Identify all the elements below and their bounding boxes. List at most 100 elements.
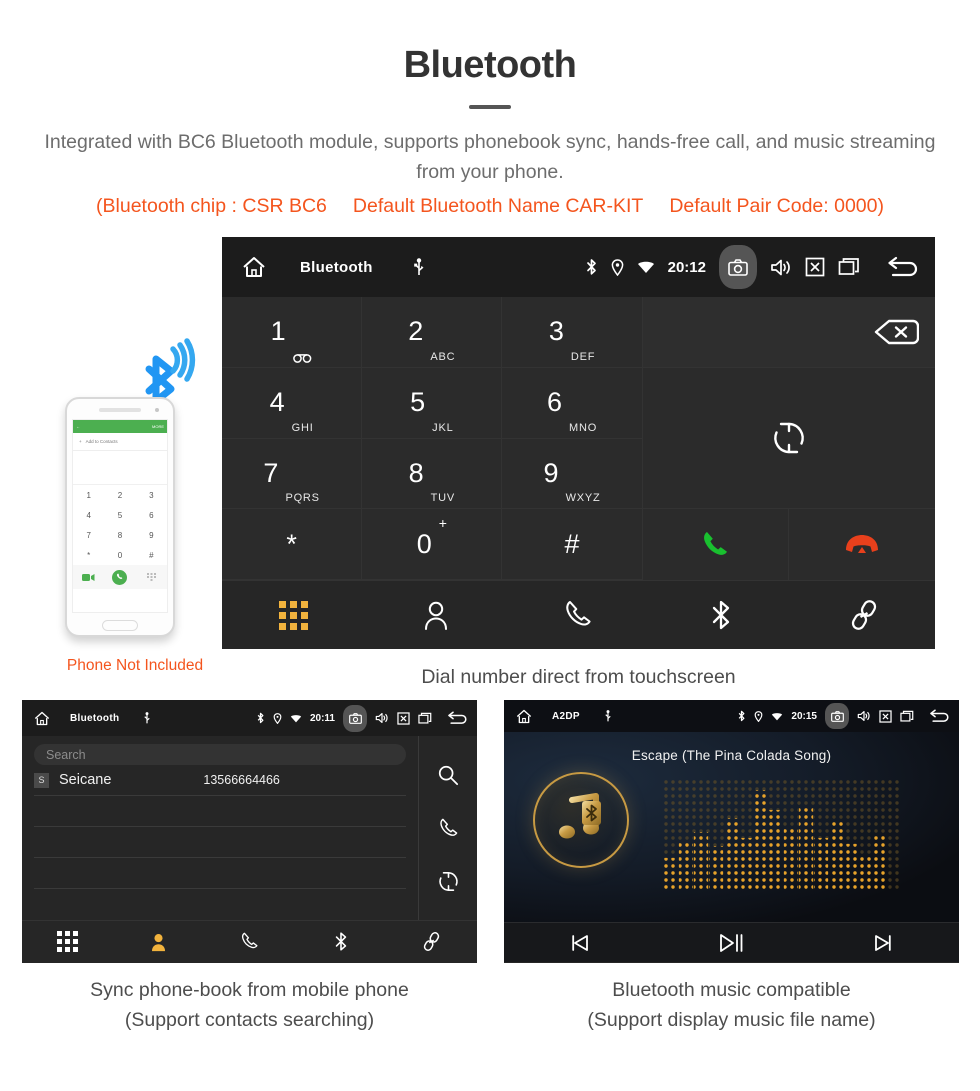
home-icon[interactable] [34, 711, 50, 726]
phonebook-caption-line2: (Support contacts searching) [124, 1009, 375, 1031]
recents-icon[interactable] [418, 712, 432, 725]
close-box-icon[interactable] [879, 709, 892, 723]
volume-icon[interactable] [770, 258, 792, 277]
sync-button[interactable] [642, 368, 935, 510]
bluetooth-icon [334, 931, 348, 952]
key-letters: DEF [570, 350, 596, 363]
back-icon[interactable] [885, 256, 921, 278]
nav-link[interactable] [386, 921, 477, 962]
search-icon[interactable] [437, 764, 459, 786]
volume-icon[interactable] [857, 710, 871, 722]
dialer-clock: 20:12 [667, 258, 706, 276]
dial-area: 1 2 ABC 3 DEF 4 GHI 5 JKL 6 MNO 7 PQRS 8… [222, 297, 935, 580]
phone-key: 5 [117, 510, 123, 520]
phone-call-button [112, 569, 128, 585]
search-input[interactable]: Search [34, 744, 406, 765]
page-title: Bluetooth [403, 44, 577, 86]
key-number: # [564, 528, 580, 559]
key-3[interactable]: 3 DEF [502, 297, 643, 368]
nav-contacts[interactable] [365, 581, 508, 649]
recents-icon[interactable] [838, 257, 860, 277]
key-0[interactable]: 0 + [362, 509, 503, 580]
call-icon[interactable] [438, 818, 459, 839]
page-subtitle: Integrated with BC6 Bluetooth module, su… [44, 131, 936, 183]
phone-keypad: 1 2 3 4 5 6 7 8 9 * 0 # [73, 485, 167, 565]
nav-link[interactable] [792, 581, 935, 649]
key-star[interactable]: * [222, 509, 363, 580]
dialer-caption: Dial number direct from touchscreen [421, 666, 736, 688]
close-box-icon[interactable] [397, 711, 410, 725]
link-icon [849, 599, 879, 631]
nav-call-log[interactable] [507, 581, 650, 649]
backspace-icon[interactable] [873, 318, 919, 346]
contact-phone: 13566664466 [203, 773, 280, 787]
key-8[interactable]: 8 TUV [362, 438, 503, 510]
bluetooth-icon [256, 712, 265, 724]
key-letters: JKL [432, 421, 454, 434]
key-6[interactable]: 6 MNO [502, 367, 643, 439]
phone-add-to-contacts-row: + Add to Contacts [73, 433, 167, 451]
nav-dialpad[interactable] [22, 921, 113, 962]
nav-bluetooth[interactable] [295, 921, 386, 962]
key-letters: TUV [430, 492, 456, 505]
previous-button[interactable] [504, 934, 656, 952]
phone-key: 6 [149, 510, 154, 520]
nav-call-log[interactable] [204, 921, 295, 962]
key-4[interactable]: 4 GHI [222, 367, 363, 439]
contact-row[interactable]: S Seicane 13566664466 [34, 765, 406, 796]
contact-row-empty [34, 796, 406, 827]
call-button[interactable] [643, 509, 790, 580]
call-log-icon [563, 600, 593, 630]
key-plus: + [438, 515, 447, 532]
phone-front-camera [155, 408, 159, 412]
wifi-icon [771, 712, 783, 721]
back-icon[interactable] [928, 709, 951, 723]
key-2[interactable]: 2 ABC [362, 297, 503, 368]
back-icon[interactable] [446, 711, 469, 725]
phone-screen: ← MORE + Add to Contacts 1 2 3 4 5 6 7 8… [72, 419, 168, 613]
key-hash[interactable]: # [502, 509, 643, 580]
sync-icon [772, 421, 806, 455]
phone-key: # [149, 550, 154, 560]
phone-number-field [73, 451, 167, 485]
sync-icon[interactable] [438, 871, 459, 892]
close-box-icon[interactable] [805, 257, 825, 277]
key-letters: ABC [430, 350, 456, 363]
nav-contacts[interactable] [113, 921, 204, 962]
music-title: A2DP [552, 710, 580, 722]
key-1[interactable]: 1 [222, 297, 363, 368]
contacts-icon [423, 600, 449, 630]
number-display-field[interactable] [642, 297, 935, 369]
recents-icon[interactable] [900, 710, 914, 723]
home-icon[interactable] [242, 256, 266, 278]
volume-icon[interactable] [375, 712, 389, 724]
music-body: Escape (The Pina Colada Song) [504, 732, 959, 922]
nav-dialpad[interactable] [222, 581, 365, 649]
call-action-row [642, 509, 935, 580]
key-9[interactable]: 9 WXYZ [502, 438, 643, 510]
wifi-icon [290, 714, 302, 723]
next-button[interactable] [807, 934, 959, 952]
hangup-button[interactable] [789, 509, 935, 580]
album-art [533, 772, 629, 868]
key-number: 2 [408, 316, 424, 347]
phone-illustration: ← MORE + Add to Contacts 1 2 3 4 5 6 7 8… [55, 335, 215, 674]
nav-bluetooth[interactable] [650, 581, 793, 649]
play-pause-button[interactable] [656, 933, 808, 953]
key-7[interactable]: 7 PQRS [222, 438, 363, 510]
phone-add-contacts-label: Add to Contacts [85, 439, 118, 444]
plus-icon: + [79, 439, 82, 444]
camera-icon[interactable] [825, 703, 849, 729]
usb-icon [604, 710, 612, 722]
key-5[interactable]: 5 JKL [362, 367, 503, 439]
key-letters: PQRS [285, 492, 320, 505]
home-icon[interactable] [516, 709, 532, 724]
key-number: 1 [270, 316, 286, 347]
phone-app-bar: ← MORE [73, 420, 167, 433]
bluetooth-icon [585, 258, 598, 276]
key-number: 7 [263, 457, 279, 488]
camera-icon[interactable] [343, 704, 367, 732]
music-transport-controls [504, 922, 959, 962]
call-log-icon [240, 932, 259, 951]
camera-icon[interactable] [719, 245, 757, 289]
